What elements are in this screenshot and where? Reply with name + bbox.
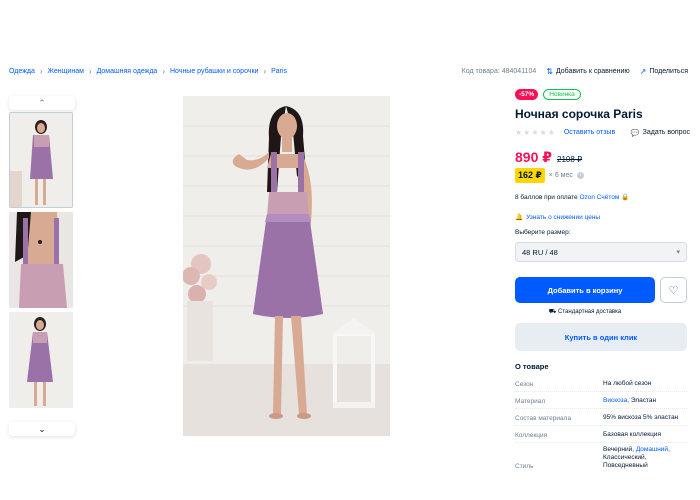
price-block: 890 ₽ 2108 ₽	[515, 149, 582, 166]
compare-button[interactable]: ⇅ Добавить к сравнению	[546, 67, 629, 76]
breadcrumb-link-homewear[interactable]: Домашняя одежда	[97, 68, 158, 75]
discount-badge: -57%	[515, 89, 539, 100]
truck-icon: ⛟	[548, 309, 557, 315]
spec-row: Стиль Вечерний, Домашний, Классический, …	[515, 443, 687, 473]
price-drop-notify[interactable]: 🔔 Узнать о снижении цены	[515, 213, 601, 222]
chevron-up-icon: ⌃	[38, 97, 46, 108]
installment-block[interactable]: 162 ₽ × 6 мес i	[515, 168, 584, 183]
info-icon[interactable]: i	[576, 172, 584, 179]
spec-value: Базовая коллекция	[603, 431, 661, 438]
ask-question-button[interactable]: 💬 Задать вопрос	[631, 129, 690, 137]
about-title: О товаре	[515, 362, 549, 371]
breadcrumb-link-brand[interactable]: Paris	[271, 68, 287, 75]
lock-icon: 🔒	[621, 194, 630, 201]
main-product-image[interactable]	[183, 96, 390, 436]
points-text: 8 баллов при оплате	[515, 194, 578, 201]
breadcrumb-link-clothes[interactable]: Одежда	[9, 68, 35, 75]
price-drop-label: Узнать о снижении цены	[526, 213, 601, 221]
style-part: Повседневный	[603, 462, 648, 469]
installment-term: × 6 мес	[548, 172, 573, 179]
delivery-label: Стандартная доставка	[558, 309, 622, 315]
rating-stars: ★★★★★	[515, 128, 556, 137]
breadcrumb-separator: ›	[162, 67, 165, 76]
chevron-down-icon: ▾	[676, 249, 680, 256]
new-badge: Новинка	[543, 89, 581, 100]
buy-one-click-button[interactable]: Купить в один клик	[515, 323, 687, 351]
breadcrumb: Одежда › Женщинам › Домашняя одежда › Но…	[9, 67, 287, 76]
specs-table: Сезон На любой сезон Материал Вискоза, Э…	[515, 375, 687, 473]
heart-icon: ♡	[668, 284, 679, 297]
breadcrumb-separator: ›	[263, 67, 267, 76]
style-part: Классический,	[603, 454, 647, 461]
spec-value: 95% вискоза 5% эластан	[603, 414, 679, 421]
breadcrumb-link-women[interactable]: Женщинам	[48, 68, 84, 75]
style-part: Вечерний,	[603, 446, 636, 453]
material-link[interactable]: Вискоза	[603, 397, 627, 404]
spec-key: Коллекция	[515, 432, 548, 439]
spec-row: Материал Вискоза, Эластан	[515, 392, 687, 409]
spec-value: Вечерний, Домашний, Классический, Повсед…	[603, 446, 687, 470]
spec-row: Коллекция Базовая коллекция	[515, 426, 687, 443]
thumbnail-3[interactable]	[9, 312, 73, 408]
breadcrumb-separator: ›	[88, 67, 92, 76]
question-icon: 💬	[630, 129, 640, 137]
current-price: 890 ₽	[515, 149, 552, 165]
add-to-cart-button[interactable]: Добавить в корзину	[515, 277, 655, 303]
spec-row: Состав материала 95% вискоза 5% эластан	[515, 409, 687, 426]
spec-value: На любой сезон	[603, 380, 652, 387]
spec-row: Сезон На любой сезон	[515, 375, 687, 392]
spec-key: Состав материала	[515, 415, 572, 422]
material-rest: , Эластан	[627, 397, 657, 404]
installment-amount: 162 ₽	[515, 168, 545, 183]
rating-row: ★★★★★ Оставить отзыв 💬 Задать вопрос	[515, 128, 690, 137]
size-label: Выберите размер:	[515, 229, 571, 236]
style-part: ,	[668, 446, 670, 453]
size-select[interactable]: 48 RU / 48 ▾	[515, 242, 687, 262]
thumbnail-gallery: ⌃ ⌄	[9, 96, 75, 436]
thumbnail-scroll-down[interactable]: ⌄	[9, 422, 75, 436]
share-label: Поделиться	[649, 68, 688, 75]
ozon-account-link[interactable]: Ozon Счётом	[579, 194, 619, 201]
old-price: 2108 ₽	[557, 155, 583, 164]
spec-key: Материал	[515, 398, 546, 405]
bell-icon: 🔔	[515, 214, 524, 221]
product-code: Код товара: 484041104	[461, 68, 537, 75]
spec-key: Сезон	[515, 381, 534, 388]
compare-icon: ⇅	[546, 67, 553, 76]
product-title: Ночная сорочка Paris	[515, 107, 643, 121]
thumbnail-1[interactable]	[9, 112, 73, 208]
ask-question-label: Задать вопрос	[642, 129, 690, 136]
product-badges: -57% Новинка	[515, 89, 581, 100]
share-button[interactable]: ↗ Поделиться	[640, 67, 688, 76]
thumbnail-scroll-up[interactable]: ⌃	[9, 96, 75, 110]
spec-value: Вискоза, Эластан	[603, 397, 687, 405]
product-actions-bar: Код товара: 484041104 ⇅ Добавить к сравн…	[462, 67, 688, 76]
breadcrumb-link-nightgowns[interactable]: Ночные рубашки и сорочки	[170, 68, 258, 75]
favorite-button[interactable]: ♡	[660, 277, 687, 303]
delivery-info: ⛟ Стандартная доставка	[515, 308, 655, 316]
style-link[interactable]: Домашний	[636, 446, 668, 453]
share-icon: ↗	[639, 67, 647, 76]
points-info: 8 баллов при оплате Ozon Счётом 🔒	[515, 193, 629, 201]
leave-review-link[interactable]: Оставить отзыв	[564, 129, 615, 136]
chevron-down-icon: ⌄	[38, 423, 46, 434]
breadcrumb-separator: ›	[39, 67, 43, 76]
thumbnail-2[interactable]	[9, 212, 73, 308]
size-value: 48 RU / 48	[522, 247, 558, 257]
compare-label: Добавить к сравнению	[555, 68, 630, 75]
spec-key: Стиль	[515, 463, 534, 470]
